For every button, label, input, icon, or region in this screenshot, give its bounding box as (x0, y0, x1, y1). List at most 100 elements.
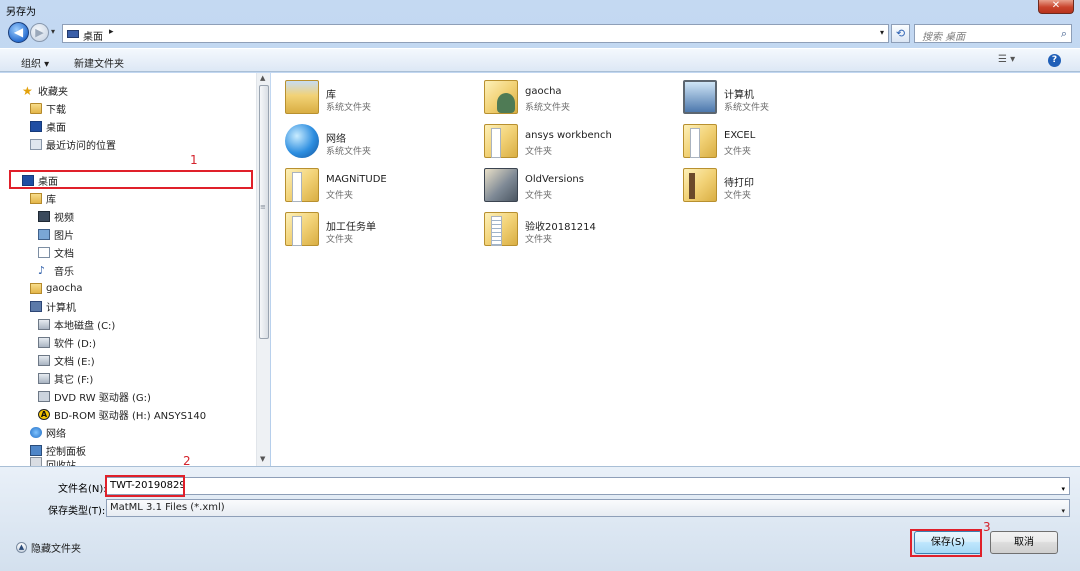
file-item[interactable]: MAGNiTUDE 文件夹 (271, 164, 461, 204)
desktop-icon (30, 120, 42, 132)
navigation-pane: ★ 收藏夹 下载 桌面 最近访问的位置 桌面 1 库 视频 图片 文档 ♪ 音乐… (0, 73, 270, 466)
recent-locations-dropdown[interactable]: ▾ (51, 27, 55, 36)
file-item[interactable]: 计算机 系统文件夹 (669, 76, 859, 116)
scroll-up-icon[interactable]: ▲ (260, 74, 265, 82)
nav-item-drive-f[interactable]: 其它 (F:) (38, 370, 93, 386)
file-name: 验收20181214 (525, 222, 596, 233)
nav-item-label: 桌面 (46, 122, 66, 134)
filetype-value: MatML 3.1 Files (*.xml) (110, 502, 225, 513)
file-item[interactable]: ansys workbench 文件夹 (470, 120, 660, 160)
file-name: OldVersions (525, 174, 584, 185)
file-name: EXCEL (724, 130, 756, 141)
file-item[interactable]: 待打印 文件夹 (669, 164, 859, 204)
file-type: 文件夹 (326, 235, 354, 245)
nav-item-label: 其它 (F:) (54, 374, 94, 386)
scrollbar-thumb[interactable] (259, 85, 269, 339)
recent-places-icon (30, 138, 42, 150)
nav-item-label: 网络 (46, 428, 66, 440)
file-item[interactable]: OldVersions 文件夹 (470, 164, 660, 204)
new-folder-button[interactable]: 新建文件夹 (74, 55, 124, 70)
nav-item-label: 本地磁盘 (C:) (54, 320, 116, 332)
nav-item-control-panel[interactable]: 控制面板 (30, 442, 86, 458)
file-item[interactable]: gaocha 系统文件夹 (470, 76, 660, 116)
filename-dropdown-icon[interactable]: ▾ (1061, 481, 1065, 497)
nav-item-libraries[interactable]: 库 (30, 190, 56, 206)
file-item[interactable]: 库 系统文件夹 (271, 76, 461, 116)
nav-item-drive-c[interactable]: 本地磁盘 (C:) (38, 316, 115, 332)
hide-folders-label: 隐藏文件夹 (31, 544, 81, 555)
address-dropdown-icon[interactable]: ▾ (880, 28, 884, 37)
file-item[interactable]: EXCEL 文件夹 (669, 120, 859, 160)
refresh-button[interactable]: ⟲ (891, 24, 910, 43)
file-name: gaocha (525, 86, 562, 97)
nav-item-label: 收藏夹 (38, 86, 68, 98)
nav-item-label: 音乐 (54, 266, 74, 278)
hide-folders-toggle[interactable]: ▲ 隐藏文件夹 (16, 540, 81, 555)
back-button[interactable]: ◀ (8, 22, 29, 43)
search-placeholder: 搜索 桌面 (922, 32, 966, 43)
nav-item-user[interactable]: gaocha (30, 280, 83, 296)
file-name: 库 (326, 90, 336, 101)
scroll-down-icon[interactable]: ▼ (260, 455, 265, 463)
nav-item-videos[interactable]: 视频 (38, 208, 74, 224)
picture-icon (38, 228, 50, 240)
nav-item-recent-places[interactable]: 最近访问的位置 (30, 136, 116, 152)
nav-item-label: DVD RW 驱动器 (G:) (54, 392, 151, 404)
file-name: 计算机 (724, 90, 754, 101)
nav-item-label: gaocha (46, 282, 83, 294)
nav-item-favorites[interactable]: ★ 收藏夹 (22, 82, 68, 98)
filename-label: 文件名(N): (58, 484, 107, 495)
file-type: 文件夹 (525, 191, 553, 201)
file-name: MAGNiTUDE (326, 174, 387, 185)
video-icon (38, 210, 50, 222)
filename-input[interactable]: TWT-20190829 ▾ (106, 477, 1070, 495)
nav-item-drive-d[interactable]: 软件 (D:) (38, 334, 96, 350)
nav-item-label: BD-ROM 驱动器 (H:) ANSYS140 (54, 410, 207, 422)
address-bar[interactable]: 桌面 ▸ ▾ (62, 24, 889, 43)
network-icon (30, 426, 42, 438)
nav-item-recycle-bin[interactable]: 回收站 (30, 457, 76, 466)
cancel-button[interactable]: 取消 (990, 531, 1058, 554)
nav-item-label: 视频 (54, 212, 74, 224)
recycle-bin-icon (30, 457, 42, 466)
file-item[interactable]: 加工任务单 文件夹 (271, 208, 461, 248)
filetype-dropdown-icon[interactable]: ▾ (1061, 503, 1065, 519)
user-folder-icon (30, 282, 42, 294)
dark-folder-icon (484, 168, 518, 202)
search-input[interactable]: 搜索 桌面 ⌕ (914, 24, 1072, 43)
filetype-select[interactable]: MatML 3.1 Files (*.xml) ▾ (106, 499, 1070, 517)
nav-item-desktop-favorite[interactable]: 桌面 (30, 118, 66, 134)
document-icon (38, 246, 50, 258)
nav-item-drive-g[interactable]: DVD RW 驱动器 (G:) (38, 388, 151, 404)
folder-icon (683, 124, 717, 158)
nav-item-documents[interactable]: 文档 (38, 244, 74, 260)
breadcrumb-desktop[interactable]: 桌面 (83, 28, 103, 43)
network-globe-icon (285, 124, 319, 158)
file-type: 文件夹 (724, 191, 752, 201)
file-item[interactable]: 验收20181214 文件夹 (470, 208, 660, 248)
file-item[interactable]: 网络 系统文件夹 (271, 120, 461, 160)
control-panel-icon (30, 444, 42, 456)
change-view-button[interactable]: ☰ ▾ (998, 54, 1015, 65)
scroll-grip-icon: ≡ (260, 203, 266, 211)
nav-item-pictures[interactable]: 图片 (38, 226, 74, 242)
organize-menu-button[interactable]: 组织 ▾ (21, 55, 49, 70)
nav-scrollbar[interactable]: ▲ ≡ ▼ (256, 73, 270, 466)
nav-item-label: 文档 (E:) (54, 356, 95, 368)
help-icon[interactable]: ? (1048, 54, 1061, 67)
nav-item-downloads[interactable]: 下载 (30, 100, 66, 116)
close-button[interactable]: ✕ (1038, 0, 1074, 14)
nav-item-music[interactable]: ♪ 音乐 (38, 262, 74, 278)
nav-item-drive-h[interactable]: A BD-ROM 驱动器 (H:) ANSYS140 (38, 406, 206, 422)
title-bar: 另存为 ✕ (0, 0, 1080, 18)
forward-button[interactable]: ▶ (30, 23, 49, 42)
nav-item-network[interactable]: 网络 (30, 424, 66, 440)
search-icon[interactable]: ⌕ (1061, 27, 1067, 41)
star-icon: ★ (22, 83, 33, 98)
file-name: ansys workbench (525, 130, 612, 141)
nav-item-drive-e[interactable]: 文档 (E:) (38, 352, 95, 368)
nav-item-computer[interactable]: 计算机 (30, 298, 76, 314)
desktop-icon (67, 30, 79, 38)
save-options-panel: 2 文件名(N): TWT-20190829 ▾ 保存类型(T): MatML … (0, 454, 1080, 571)
breadcrumb-arrow-icon[interactable]: ▸ (109, 27, 114, 37)
